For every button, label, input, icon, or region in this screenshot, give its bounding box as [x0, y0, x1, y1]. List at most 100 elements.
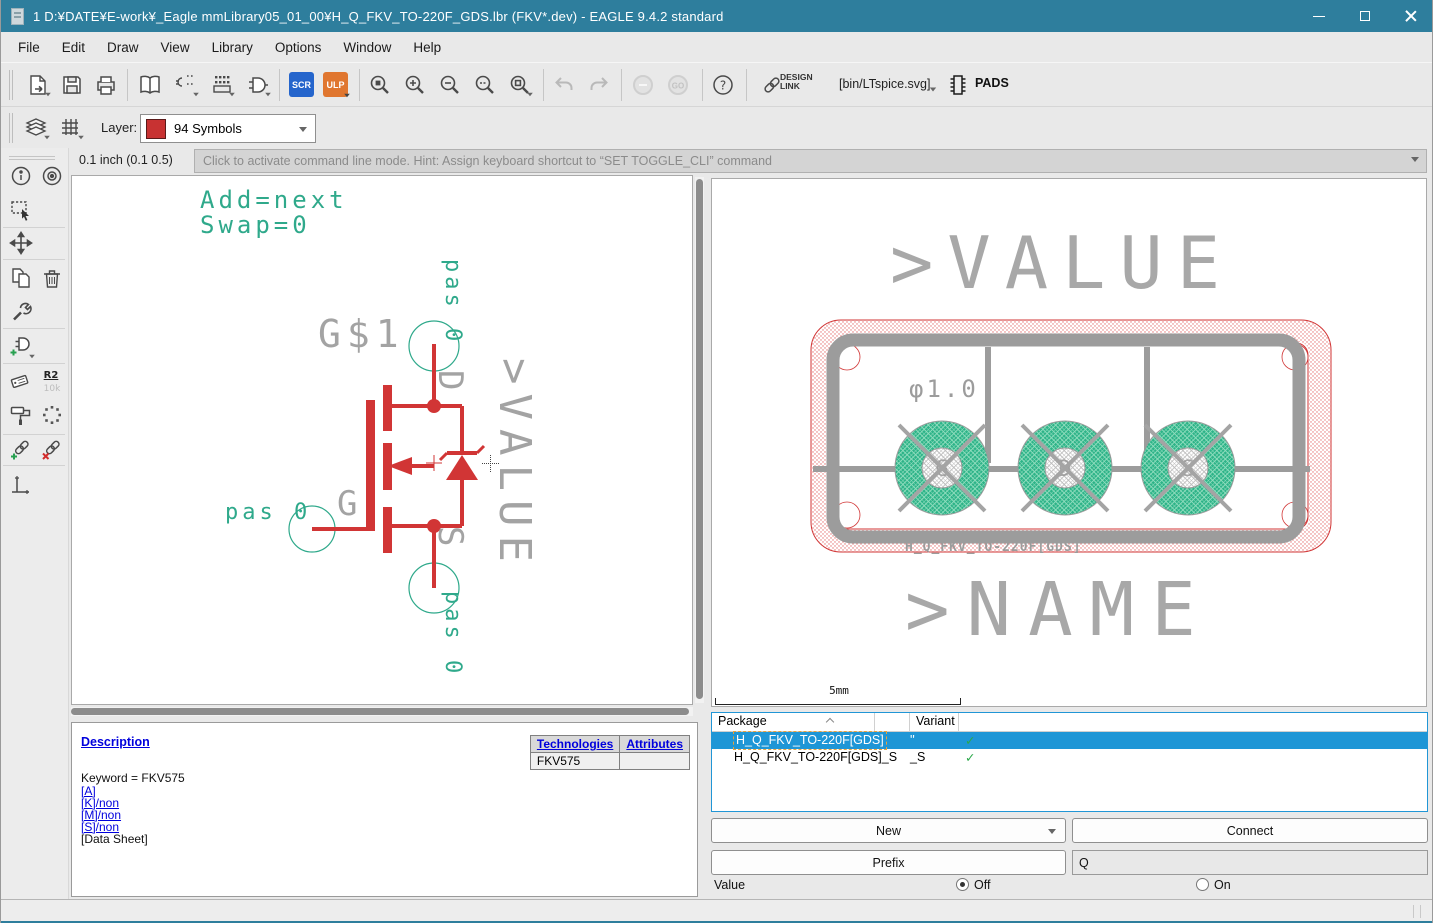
paint-tool-icon[interactable]	[8, 402, 34, 428]
connect-button[interactable]: Connect	[1072, 818, 1428, 843]
scr-script-button[interactable]: SCR	[289, 72, 314, 97]
minimize-button[interactable]	[1296, 0, 1342, 32]
device-tool-icon[interactable]	[245, 72, 271, 98]
ltspice-label: [bin/LTspice.svg]	[839, 77, 931, 91]
pads-button[interactable]: PADS	[975, 76, 1009, 90]
zoom-out-icon[interactable]	[437, 72, 463, 98]
command-bar: 0.1 inch (0.1 0.5)	[1, 148, 1432, 175]
maximize-button[interactable]	[1342, 0, 1388, 32]
attributes-cell[interactable]	[619, 752, 690, 770]
zoom-in-icon[interactable]	[402, 72, 428, 98]
move-tool-icon[interactable]	[8, 230, 34, 256]
zoom-redraw-icon[interactable]	[507, 72, 533, 98]
vscroll-thumb[interactable]	[696, 179, 703, 699]
table-row-package-2[interactable]: H_Q_FKV_TO-220F[GDS]_S _S ✓	[712, 749, 1427, 766]
menu-edit[interactable]: Edit	[51, 36, 96, 59]
zoom-fit-icon[interactable]	[367, 72, 393, 98]
variant-2: _S	[910, 750, 926, 764]
delete-tool-icon[interactable]	[39, 265, 65, 291]
attributes-header[interactable]: Attributes	[619, 735, 690, 753]
menu-file[interactable]: File	[7, 36, 51, 59]
prefix-value-input[interactable]	[1072, 850, 1428, 875]
package-name-placeholder: >NAME	[905, 567, 1213, 653]
value-on-radio[interactable]: On	[1196, 878, 1231, 892]
description-link[interactable]: Description	[81, 735, 150, 749]
pin-label-bottom: pas 0	[440, 591, 465, 678]
menu-help[interactable]: Help	[402, 36, 452, 59]
menu-view[interactable]: View	[150, 36, 201, 59]
origin-mark-tool-icon[interactable]	[8, 473, 34, 499]
value-option-row: Value Off On	[714, 878, 1428, 898]
pin-label-top: pas 0	[440, 259, 465, 346]
layer-dropdown[interactable]: 94 Symbols	[140, 114, 316, 143]
pads-label: PADS	[975, 76, 1009, 90]
gate-name-label: G$1	[318, 312, 405, 356]
tool-sidebar: R2 10k	[1, 148, 69, 899]
pad-g: G	[894, 420, 990, 516]
package-canvas[interactable]: G D S >VALUE >NAME φ1.0 H_Q_FKV_TO-220F[…	[711, 178, 1427, 707]
library-book-icon[interactable]	[137, 72, 163, 98]
package-value-placeholder: >VALUE	[890, 221, 1235, 305]
menu-window[interactable]: Window	[332, 36, 402, 59]
package-tool-icon[interactable]	[209, 72, 235, 98]
datasheet-text: [Data Sheet]	[81, 832, 148, 846]
design-link-button[interactable]: DESIGN LINK	[780, 72, 813, 92]
symbol-tool-icon[interactable]	[173, 72, 199, 98]
technologies-table: Technologies Attributes FKV575	[529, 735, 690, 770]
change-tool-icon[interactable]	[8, 299, 34, 325]
pads-ic-icon[interactable]	[945, 72, 971, 98]
symbol-canvas[interactable]: Add=next Swap=0 G$1 pas 0 pas 0 pas 0 D …	[71, 175, 693, 705]
zoom-select-icon[interactable]	[472, 72, 498, 98]
radio-off-label: Off	[974, 878, 991, 892]
hscroll-thumb[interactable]	[71, 708, 689, 715]
prefix-button[interactable]: Prefix	[711, 850, 1066, 875]
undo-icon[interactable]	[551, 72, 577, 98]
variant-column-header[interactable]: Variant	[910, 713, 959, 732]
value-off-radio[interactable]: Off	[956, 878, 990, 892]
layer-color-swatch	[146, 118, 166, 139]
value-tool-icon[interactable]: R2 10k	[39, 368, 65, 394]
save-icon[interactable]	[59, 72, 85, 98]
info-tool-icon[interactable]	[8, 163, 34, 189]
new-package-button[interactable]: New	[711, 818, 1066, 843]
link-remove-tool-icon[interactable]	[39, 437, 65, 463]
menu-options[interactable]: Options	[264, 36, 333, 59]
table-row-package-1[interactable]: H_Q_FKV_TO-220F[GDS] '' ✓	[712, 731, 1427, 750]
help-icon[interactable]: ?	[710, 72, 736, 98]
name-tool-icon[interactable]	[8, 368, 34, 394]
print-icon[interactable]	[93, 72, 119, 98]
symbol-horizontal-scrollbar[interactable]	[71, 707, 693, 716]
open-library-icon[interactable]	[25, 72, 51, 98]
spacer-column-header[interactable]	[875, 713, 910, 732]
symbol-drawing	[288, 320, 486, 614]
menu-draw[interactable]: Draw	[96, 36, 150, 59]
add-gate-tool-icon[interactable]	[8, 333, 35, 359]
copy-tool-icon[interactable]	[8, 265, 34, 291]
grid-icon[interactable]	[57, 114, 84, 140]
maximize-icon	[1360, 11, 1370, 21]
menu-library[interactable]: Library	[201, 36, 264, 59]
technology-cell[interactable]: FKV575	[529, 752, 621, 770]
link-add-tool-icon[interactable]	[8, 437, 34, 463]
package-column-header[interactable]: Package	[712, 713, 875, 732]
ltspice-export-button[interactable]: [bin/LTspice.svg]	[839, 77, 930, 91]
technologies-header[interactable]: Technologies	[529, 735, 621, 753]
variant-1: ''	[910, 733, 915, 747]
package-variant-table: Package Variant H_Q_FKV_TO-220F[GDS] '' …	[711, 712, 1428, 812]
new-button-label: New	[875, 823, 901, 838]
show-tool-icon[interactable]	[39, 163, 65, 189]
layer-settings-icon[interactable]	[23, 114, 50, 140]
close-button[interactable]	[1388, 0, 1432, 32]
redo-icon[interactable]	[586, 72, 612, 98]
ulp-button[interactable]: ULP	[323, 72, 350, 98]
sidebar-grip	[9, 156, 55, 157]
close-icon	[1405, 10, 1417, 22]
group-select-tool-icon[interactable]	[8, 197, 34, 223]
symbol-vertical-scrollbar[interactable]	[695, 177, 704, 703]
layer-label: Layer:	[101, 120, 138, 135]
pad-d: D	[1017, 420, 1113, 516]
design-link-line2: LINK	[780, 81, 800, 92]
split-tool-icon[interactable]	[39, 402, 65, 428]
command-line-input[interactable]	[194, 149, 1427, 173]
package-name-2: H_Q_FKV_TO-220F[GDS]_S	[734, 750, 898, 764]
